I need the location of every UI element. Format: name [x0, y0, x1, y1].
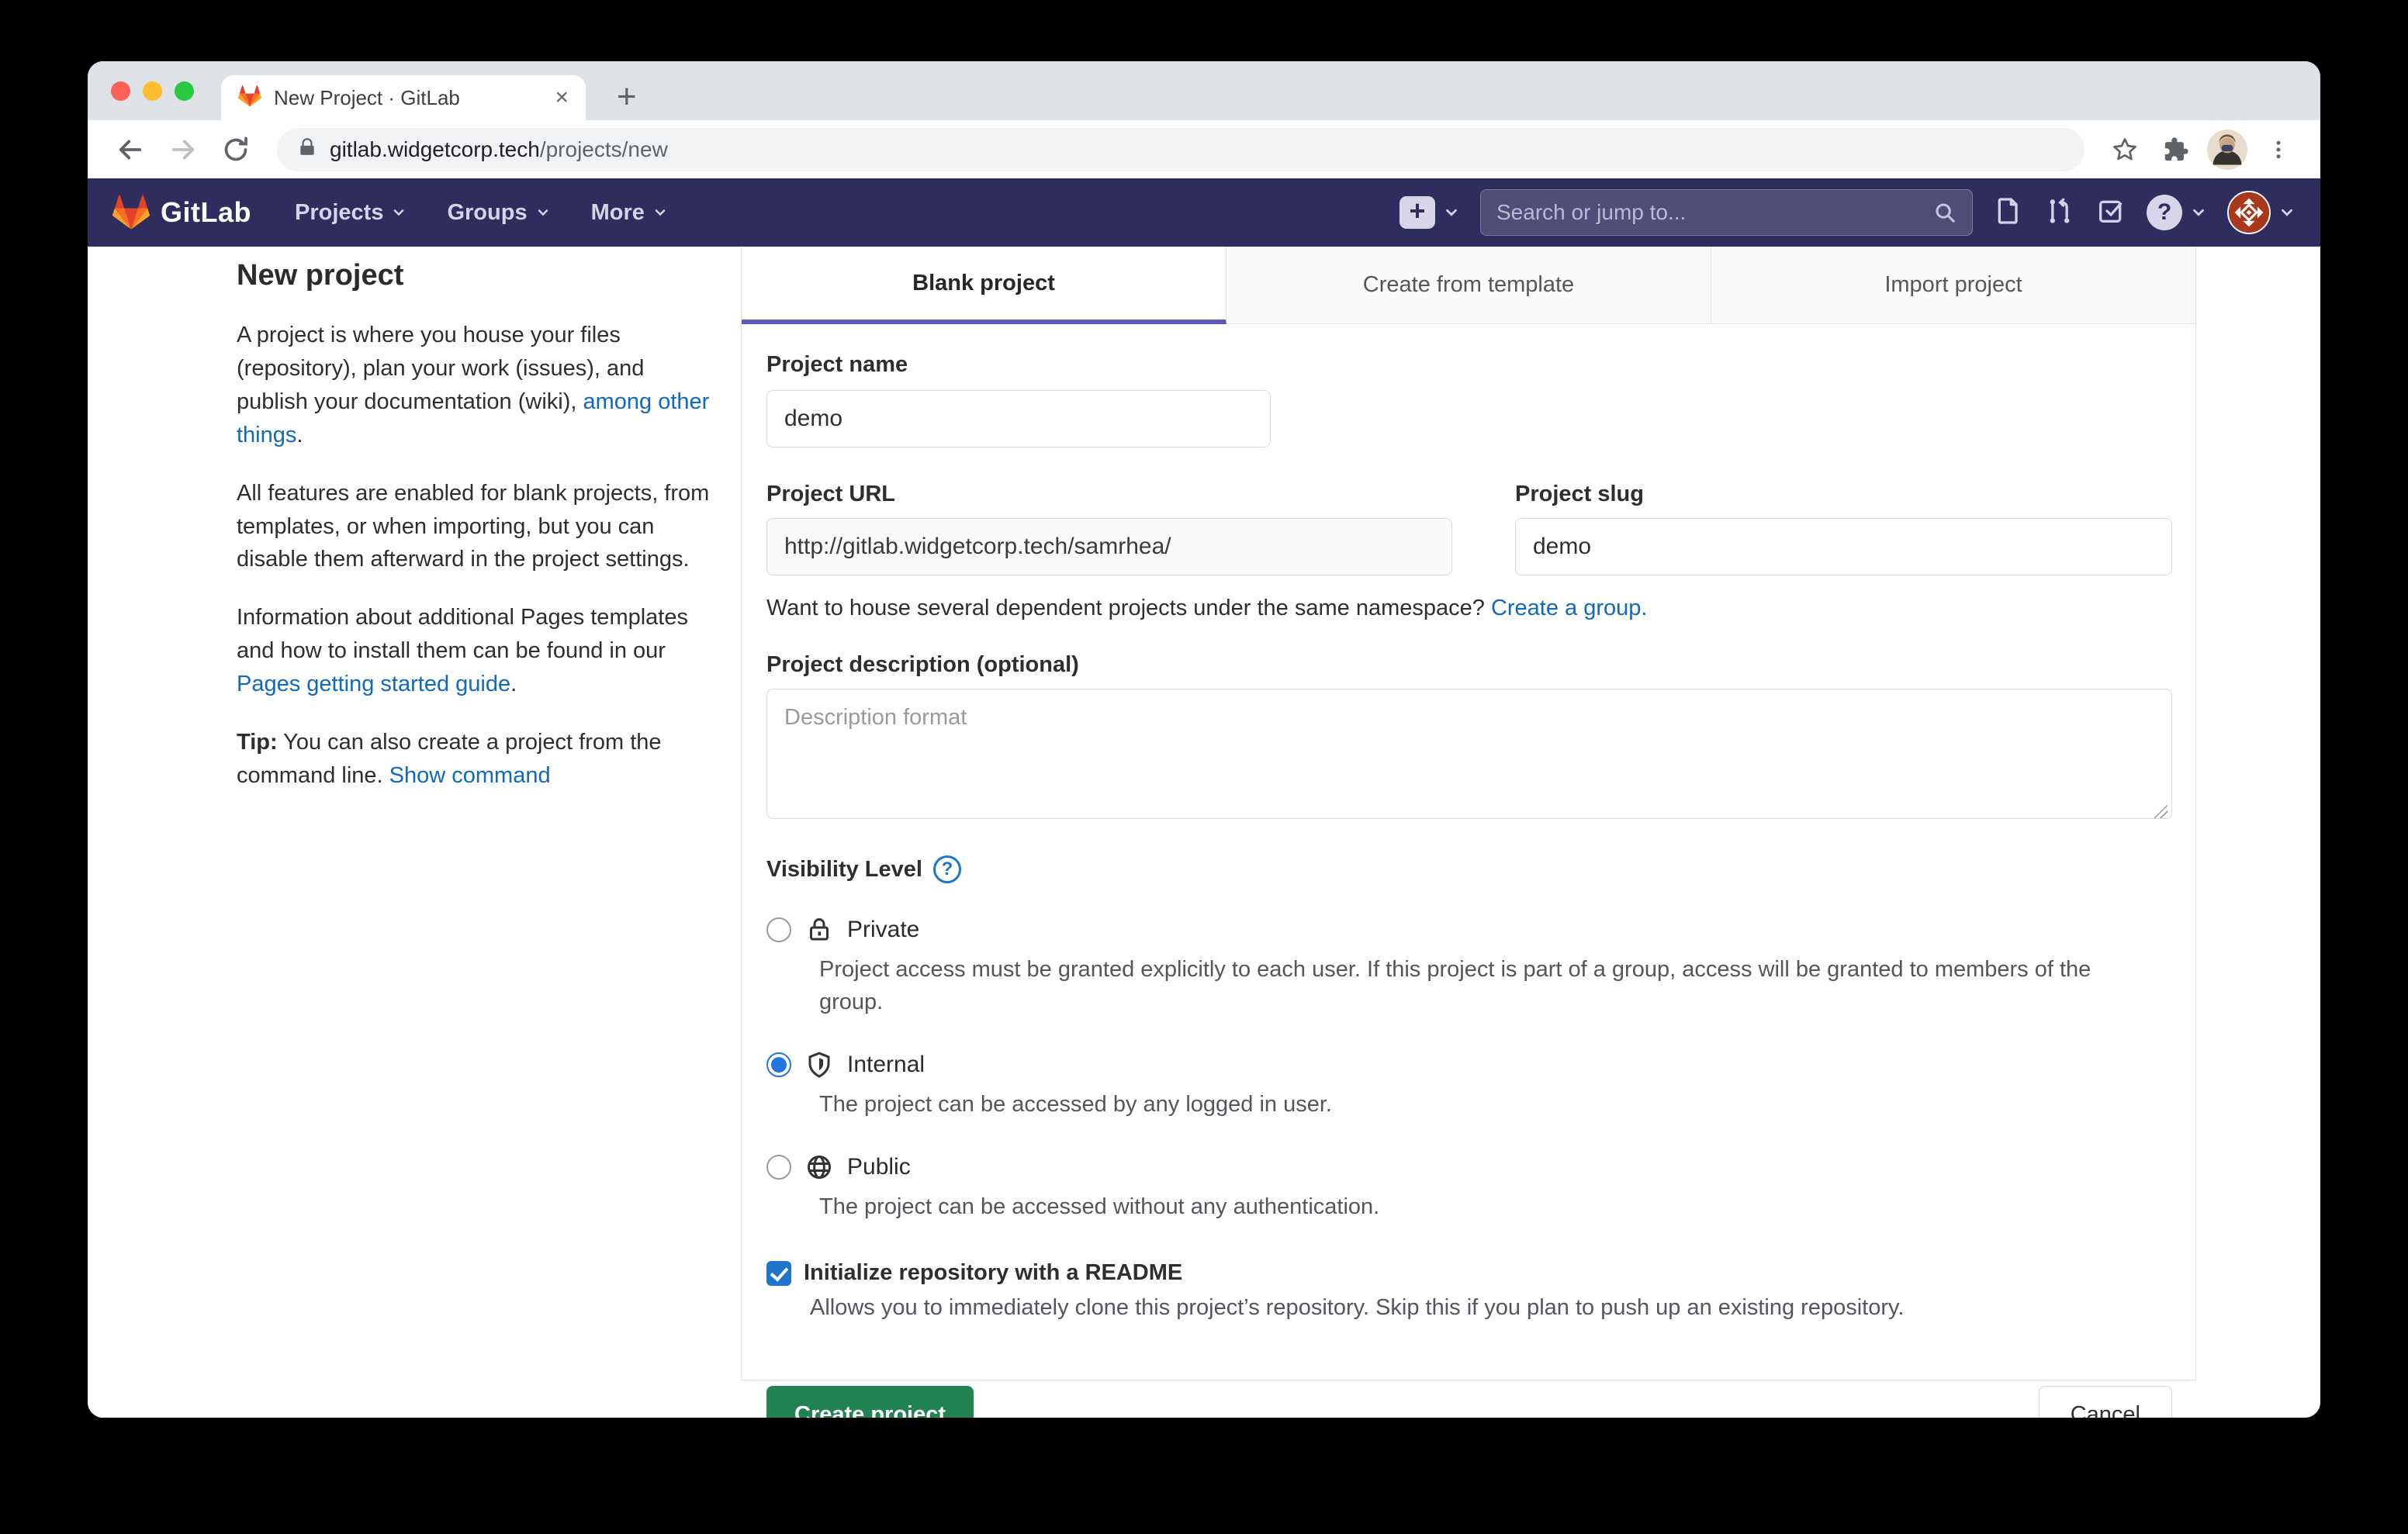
bookmark-star-icon[interactable] [2103, 128, 2147, 171]
page-title: New project [237, 259, 718, 292]
public-radio[interactable] [766, 1155, 791, 1180]
visibility-help-icon[interactable]: ? [933, 855, 961, 883]
chevron-down-icon [535, 205, 551, 220]
internal-radio[interactable] [766, 1052, 791, 1077]
create-a-group-link[interactable]: Create a group. [1491, 596, 1648, 620]
private-option-desc: Project access must be granted explicitl… [819, 953, 2154, 1018]
project-slug-label: Project slug [1515, 482, 2172, 507]
url-field[interactable]: gitlab.widgetcorp.tech/projects/new [277, 128, 2085, 171]
browser-profile-avatar[interactable] [2206, 128, 2249, 171]
global-search[interactable] [1480, 189, 1973, 236]
new-menu-button[interactable]: + [1399, 196, 1460, 229]
chevron-down-icon [652, 205, 668, 220]
visibility-option-internal: Internal The project can be accessed by … [766, 1049, 2172, 1121]
nav-item-groups[interactable]: Groups [447, 200, 550, 226]
lock-icon [804, 914, 835, 945]
globe-icon [804, 1152, 835, 1183]
sidebar-paragraph: Information about additional Pages templ… [237, 601, 718, 701]
private-option-label[interactable]: Private [847, 917, 919, 943]
pages-guide-link[interactable]: Pages getting started guide [237, 672, 510, 696]
help-menu-button[interactable]: ? [2147, 195, 2207, 230]
user-avatar [2227, 191, 2271, 234]
browser-menu-dots-icon[interactable] [2257, 128, 2300, 171]
browser-window: New Project · GitLab × + gitlab.widgetco… [88, 61, 2320, 1418]
project-name-label: Project name [766, 352, 2172, 378]
readme-desc: Allows you to immediately clone this pro… [810, 1295, 2172, 1321]
merge-requests-icon[interactable] [2044, 195, 2075, 230]
project-url-input[interactable] [766, 518, 1452, 575]
sidebar-paragraph: A project is where you house your files … [237, 319, 718, 452]
tab-title: New Project · GitLab [274, 86, 542, 110]
minimize-window-button[interactable] [143, 81, 162, 101]
blank-project-form: Project name Project URL Project slug Wa… [742, 324, 2195, 1418]
show-command-link[interactable]: Show command [389, 763, 551, 788]
traffic-lights [111, 81, 194, 101]
chevron-down-icon [391, 205, 407, 220]
sidebar-paragraph: All features are enabled for blank proje… [237, 477, 718, 577]
project-name-input[interactable] [766, 390, 1271, 447]
lock-icon [297, 137, 317, 161]
gitlab-logotype: GitLab [161, 196, 251, 229]
chevron-down-icon [2278, 204, 2296, 221]
search-input[interactable] [1496, 200, 1933, 225]
reload-icon[interactable] [213, 127, 258, 172]
project-url-label: Project URL [766, 482, 1515, 507]
chevron-down-icon [2190, 204, 2207, 221]
user-menu-button[interactable] [2227, 191, 2296, 234]
public-option-label[interactable]: Public [847, 1154, 911, 1180]
new-project-panel: Blank project Create from template Impor… [741, 247, 2196, 1380]
gitlab-nav-right: + ? [1399, 189, 2296, 236]
browser-titlebar: New Project · GitLab × + [88, 61, 2320, 120]
browser-urlbar: gitlab.widgetcorp.tech/projects/new [88, 120, 2320, 178]
nav-item-more[interactable]: More [591, 200, 668, 226]
project-description-textarea[interactable] [766, 689, 2172, 819]
tab-create-from-template[interactable]: Create from template [1226, 247, 1711, 324]
todos-icon[interactable] [2095, 195, 2126, 230]
page-content: New project A project is where you house… [88, 247, 2320, 1418]
project-description-label: Project description (optional) [766, 652, 2172, 678]
tab-import-project[interactable]: Import project [1711, 247, 2195, 324]
internal-option-desc: The project can be accessed by any logge… [819, 1088, 2154, 1121]
gitlab-nav-links: Projects Groups More [295, 200, 668, 226]
help-question-icon: ? [2147, 195, 2182, 230]
sidebar-tip: Tip: You can also create a project from … [237, 726, 718, 793]
close-window-button[interactable] [111, 81, 130, 101]
new-tab-button[interactable]: + [617, 80, 637, 114]
url-text: gitlab.widgetcorp.tech/projects/new [330, 137, 668, 162]
gitlab-navbar: GitLab Projects Groups More + [88, 178, 2320, 247]
create-project-button[interactable]: Create project [766, 1386, 974, 1418]
zoom-window-button[interactable] [175, 81, 194, 101]
visibility-level-label: Visibility Level [766, 857, 922, 883]
visibility-option-public: Public The project can be accessed witho… [766, 1152, 2172, 1223]
readme-label[interactable]: Initialize repository with a README [804, 1260, 1182, 1286]
readme-checkbox[interactable] [766, 1261, 791, 1286]
internal-option-label[interactable]: Internal [847, 1052, 925, 1078]
tab-close-icon[interactable]: × [555, 86, 569, 109]
sidebar: New project A project is where you house… [237, 259, 718, 817]
gitlab-tanuki-icon [112, 194, 150, 231]
search-icon [1933, 201, 1956, 224]
nav-item-projects[interactable]: Projects [295, 200, 407, 226]
namespace-hint: Want to house several dependent projects… [766, 596, 2172, 621]
browser-tab[interactable]: New Project · GitLab × [221, 75, 586, 120]
tab-favicon-gitlab-icon [238, 85, 261, 112]
cancel-button[interactable]: Cancel [2039, 1386, 2172, 1418]
project-slug-input[interactable] [1515, 518, 2172, 575]
form-footer: Create project Cancel [766, 1386, 2172, 1418]
issues-icon[interactable] [1993, 195, 2024, 230]
shield-icon [804, 1049, 835, 1080]
public-option-desc: The project can be accessed without any … [819, 1190, 2154, 1223]
chevron-down-icon [1443, 204, 1460, 221]
private-radio[interactable] [766, 917, 791, 942]
gitlab-logo[interactable]: GitLab [112, 194, 251, 231]
project-type-tabs: Blank project Create from template Impor… [742, 247, 2195, 324]
back-icon[interactable] [108, 127, 153, 172]
extensions-puzzle-icon[interactable] [2154, 128, 2198, 171]
forward-icon[interactable] [161, 127, 206, 172]
readme-section: Initialize repository with a README Allo… [766, 1260, 2172, 1321]
textarea-resize-handle[interactable] [2154, 804, 2168, 818]
visibility-option-private: Private Project access must be granted e… [766, 914, 2172, 1018]
tab-blank-project[interactable]: Blank project [742, 247, 1226, 324]
plus-icon: + [1399, 196, 1435, 229]
